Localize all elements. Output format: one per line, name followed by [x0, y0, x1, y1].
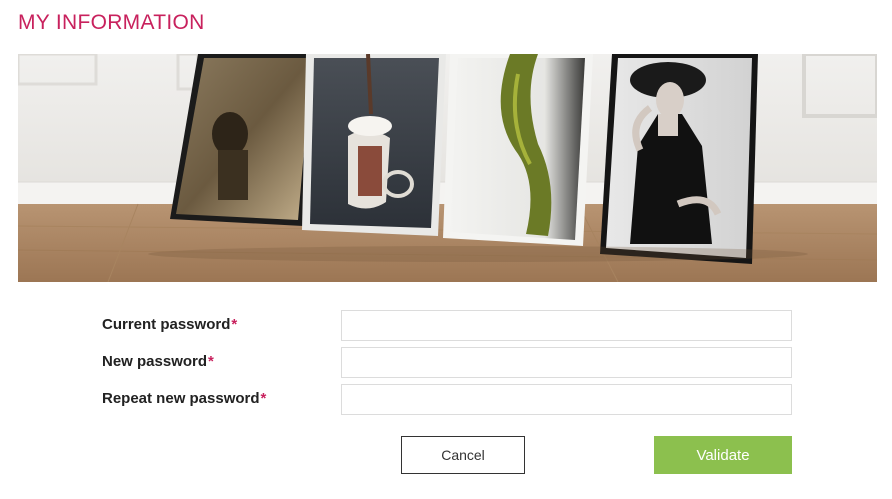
framed-photos-illustration — [18, 54, 877, 282]
banner-image — [18, 54, 877, 282]
cancel-button[interactable]: Cancel — [401, 436, 525, 474]
required-marker: * — [231, 316, 238, 333]
repeat-password-input[interactable] — [341, 384, 792, 415]
repeat-password-label: Repeat new password* — [102, 390, 267, 407]
required-marker: * — [208, 353, 214, 370]
page-title: MY INFORMATION — [18, 11, 205, 34]
form-row-new-password: New password* — [0, 347, 892, 379]
new-password-input[interactable] — [341, 347, 792, 378]
current-password-label: Current password* — [102, 316, 238, 333]
required-marker: * — [260, 390, 267, 407]
form-row-repeat-password: Repeat new password* — [0, 384, 892, 416]
current-password-input[interactable] — [341, 310, 792, 341]
new-password-label: New password* — [102, 353, 214, 370]
validate-button[interactable]: Validate — [654, 436, 792, 474]
form-row-current-password: Current password* — [0, 310, 892, 342]
